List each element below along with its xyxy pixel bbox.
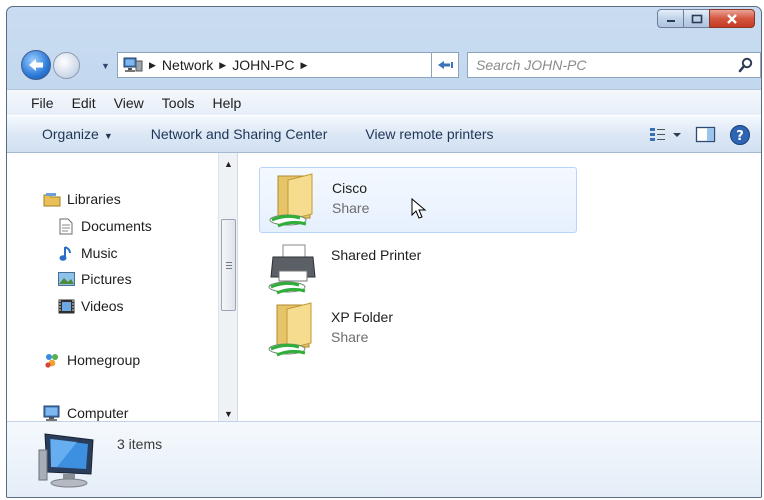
forward-button[interactable] bbox=[53, 52, 80, 79]
explorer-window: ▼ ▶ Network ▶ JOHN-PC ▶ ▼ bbox=[6, 6, 762, 498]
list-item-shared-printer[interactable]: Shared Printer bbox=[259, 235, 577, 301]
details-pane: 3 items bbox=[7, 421, 761, 497]
nav-homegroup[interactable]: Homegroup bbox=[43, 351, 140, 369]
chevron-down-icon: ▼ bbox=[103, 131, 113, 141]
nav-libraries[interactable]: Libraries bbox=[43, 190, 121, 208]
item-name: XP Folder bbox=[331, 309, 393, 325]
pictures-icon bbox=[57, 270, 75, 288]
close-icon bbox=[727, 13, 737, 24]
computer-icon bbox=[38, 433, 94, 488]
menu-bar: File Edit View Tools Help bbox=[7, 89, 761, 115]
mouse-cursor-icon bbox=[411, 198, 427, 219]
network-sharing-center-button[interactable]: Network and Sharing Center bbox=[132, 126, 347, 142]
libraries-icon bbox=[43, 190, 61, 208]
recent-pages-dropdown[interactable]: ▼ bbox=[101, 61, 110, 71]
item-count: 3 items bbox=[117, 436, 163, 452]
scroll-down-icon[interactable]: ▼ bbox=[224, 409, 233, 419]
help-icon[interactable]: ? bbox=[729, 124, 751, 146]
maximize-icon bbox=[691, 14, 702, 23]
view-controls: ? bbox=[649, 124, 751, 146]
menu-edit[interactable]: Edit bbox=[63, 95, 105, 111]
preview-pane-icon[interactable] bbox=[695, 126, 717, 144]
nav-pictures-label: Pictures bbox=[81, 271, 132, 287]
item-name: Shared Printer bbox=[331, 247, 422, 263]
maximize-button[interactable] bbox=[683, 9, 710, 28]
videos-icon bbox=[57, 297, 75, 315]
shared-folder-icon bbox=[269, 173, 313, 228]
item-name: Cisco bbox=[332, 180, 368, 196]
grip-icon bbox=[226, 262, 232, 270]
homegroup-icon bbox=[43, 351, 61, 369]
view-remote-printers-button[interactable]: View remote printers bbox=[346, 126, 512, 142]
minimize-icon bbox=[666, 19, 675, 22]
nav-videos[interactable]: Videos bbox=[57, 297, 124, 315]
organize-label: Organize bbox=[42, 126, 99, 142]
svg-text:?: ? bbox=[736, 129, 744, 144]
list-item-xp-folder[interactable]: XP Folder Share bbox=[259, 297, 577, 363]
nav-computer-label: Computer bbox=[67, 405, 129, 421]
breadcrumb-network[interactable]: Network bbox=[162, 57, 213, 73]
content-area: Libraries Documents Music Pictures Video… bbox=[7, 153, 761, 421]
shared-folder-icon bbox=[268, 302, 312, 357]
organize-button[interactable]: Organize ▼ bbox=[7, 126, 132, 142]
caption-buttons bbox=[657, 9, 755, 28]
search-icon[interactable] bbox=[738, 57, 754, 73]
breadcrumb-arrow-icon[interactable]: ▶ bbox=[219, 60, 226, 71]
refresh-icon bbox=[438, 61, 453, 69]
search-box[interactable] bbox=[467, 52, 761, 78]
nav-music[interactable]: Music bbox=[57, 244, 118, 262]
nav-libraries-label: Libraries bbox=[67, 191, 121, 207]
nav-computer[interactable]: Computer bbox=[43, 404, 128, 422]
navigation-pane: Libraries Documents Music Pictures Video… bbox=[7, 153, 218, 421]
nav-homegroup-label: Homegroup bbox=[67, 352, 141, 368]
nav-videos-label: Videos bbox=[81, 298, 124, 314]
scroll-thumb[interactable] bbox=[221, 219, 236, 311]
refresh-button[interactable] bbox=[431, 52, 459, 78]
minimize-button[interactable] bbox=[657, 9, 684, 28]
menu-help[interactable]: Help bbox=[203, 95, 250, 111]
nav-music-label: Music bbox=[81, 245, 118, 261]
back-arrow-icon bbox=[29, 59, 43, 71]
list-item-cisco[interactable]: Cisco Share bbox=[259, 167, 577, 233]
nav-pictures[interactable]: Pictures bbox=[57, 270, 132, 288]
back-button[interactable] bbox=[21, 50, 51, 80]
music-icon bbox=[57, 244, 75, 262]
scroll-up-icon[interactable]: ▲ bbox=[224, 159, 233, 169]
breadcrumb-arrow-icon[interactable]: ▶ bbox=[149, 60, 156, 71]
menu-view[interactable]: View bbox=[105, 95, 153, 111]
item-type: Share bbox=[332, 200, 370, 216]
nav-documents-label: Documents bbox=[81, 218, 152, 234]
nav-documents[interactable]: Documents bbox=[57, 217, 152, 235]
navigation-row: ▼ ▶ Network ▶ JOHN-PC ▶ ▼ bbox=[17, 49, 761, 83]
documents-icon bbox=[57, 217, 75, 235]
file-list: Cisco Share Shared Printer XP Folder Sha… bbox=[239, 153, 761, 421]
breadcrumb-john-pc[interactable]: JOHN-PC bbox=[232, 57, 294, 73]
close-button[interactable] bbox=[709, 9, 755, 28]
search-input[interactable] bbox=[476, 57, 736, 73]
computer-icon bbox=[43, 404, 61, 422]
navigation-scrollbar[interactable]: ▲ ▼ bbox=[218, 153, 238, 421]
menu-file[interactable]: File bbox=[7, 95, 63, 111]
network-icon bbox=[123, 57, 143, 72]
command-bar: Organize ▼ Network and Sharing Center Vie… bbox=[7, 115, 761, 153]
item-type: Share bbox=[331, 329, 369, 345]
breadcrumb-arrow-icon[interactable]: ▶ bbox=[300, 60, 307, 71]
shared-printer-icon bbox=[268, 244, 316, 295]
change-view-icon[interactable] bbox=[649, 126, 683, 144]
menu-tools[interactable]: Tools bbox=[153, 95, 204, 111]
address-bar[interactable]: ▶ Network ▶ JOHN-PC ▶ ▼ bbox=[117, 52, 447, 78]
